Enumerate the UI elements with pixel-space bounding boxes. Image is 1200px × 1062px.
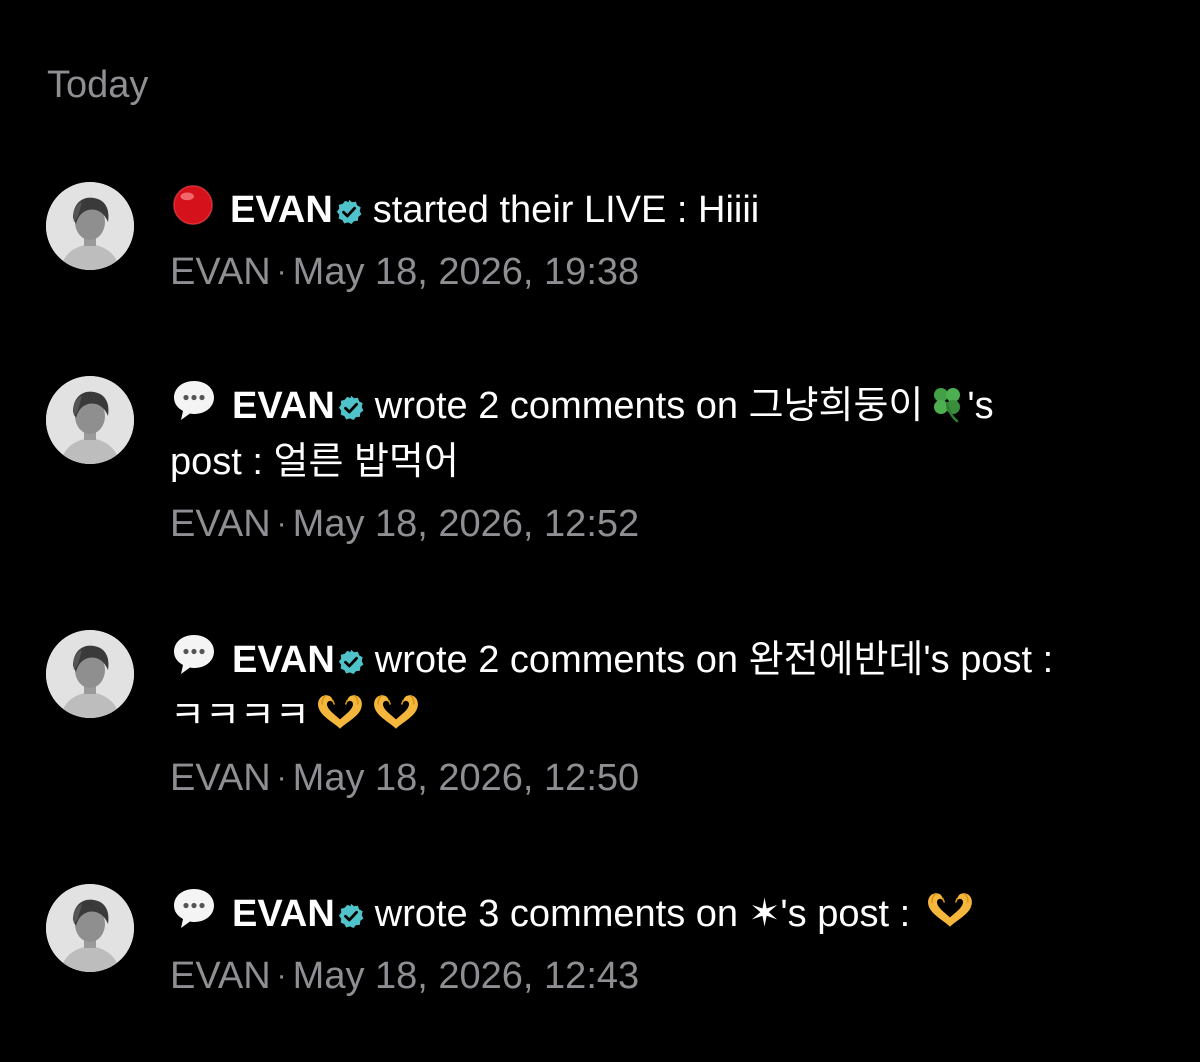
notification-meta: EVAN · May 18, 2026, 19:38 [170,249,1170,295]
notification-action-suffix: 's [967,385,994,427]
notification-comment: ㅋㅋㅋㅋ [170,695,310,737]
timestamp: May 18, 2026, 12:52 [292,503,640,545]
speech-bubble-icon [170,376,218,424]
timestamp: May 18, 2026, 12:50 [292,757,640,799]
username[interactable]: EVAN [230,189,333,231]
notification-content: EVAN wrote 3 comments on ✶'s post : EVAN ·… [170,884,1170,999]
notification-message: EVAN wrote 2 comments on 완전에반데's post : ㅋㅋ… [170,630,1170,744]
meta-username: EVAN [170,757,271,799]
heart-hands-icon [370,691,422,733]
red-circle-icon [170,182,216,228]
timestamp: May 18, 2026, 12:43 [292,955,640,997]
meta-separator: · [276,959,287,992]
meta-separator: · [276,761,287,794]
avatar[interactable] [46,884,134,972]
speech-bubble-icon [170,884,218,932]
notification-message: EVAN wrote 2 comments on 그냥희둥이 's post : 얼른… [170,376,1170,490]
notification-action: wrote 3 comments on ✶'s post : [374,893,911,935]
notification-action: wrote 2 comments on 그냥희둥이 [374,385,924,427]
avatar-photo-icon [46,630,134,718]
notification-action: wrote 2 comments on 완전에반데's post : [374,639,1054,681]
timestamp: May 18, 2026, 19:38 [292,251,640,293]
verified-badge-icon [337,902,365,930]
notification-content: EVAN started their LIVE : Hiiii EVAN · May … [170,182,1170,295]
four-leaf-clover-icon [927,383,967,423]
avatar[interactable] [46,630,134,718]
notification-meta: EVAN · May 18, 2026, 12:52 [170,501,1170,547]
meta-separator: · [276,255,287,288]
avatar[interactable] [46,182,134,270]
meta-username: EVAN [170,251,271,293]
section-title-today: Today [47,64,149,106]
username[interactable]: EVAN [232,893,335,935]
username[interactable]: EVAN [232,639,335,681]
avatar-photo-icon [46,884,134,972]
notification-content: EVAN wrote 2 comments on 그냥희둥이 's post : 얼른… [170,376,1170,547]
avatar[interactable] [46,376,134,464]
notification-meta: EVAN · May 18, 2026, 12:50 [170,755,1170,801]
meta-separator: · [276,507,287,540]
avatar-photo-icon [46,376,134,464]
notification-message: EVAN started their LIVE : Hiiii [170,182,1170,238]
notification-meta: EVAN · May 18, 2026, 12:43 [170,953,1170,999]
verified-badge-icon [335,198,363,226]
username[interactable]: EVAN [232,385,335,427]
heart-hands-icon [314,691,366,733]
avatar-photo-icon [46,182,134,270]
heart-hands-icon [924,889,976,931]
verified-badge-icon [337,648,365,676]
notification-action: started their LIVE : Hiiii [372,189,760,231]
notification-comment: post : 얼른 밥먹어 [170,441,459,483]
verified-badge-icon [337,394,365,422]
meta-username: EVAN [170,955,271,997]
notification-content: EVAN wrote 2 comments on 완전에반데's post : ㅋㅋ… [170,630,1170,801]
speech-bubble-icon [170,630,218,678]
notification-message: EVAN wrote 3 comments on ✶'s post : [170,884,1170,942]
meta-username: EVAN [170,503,271,545]
